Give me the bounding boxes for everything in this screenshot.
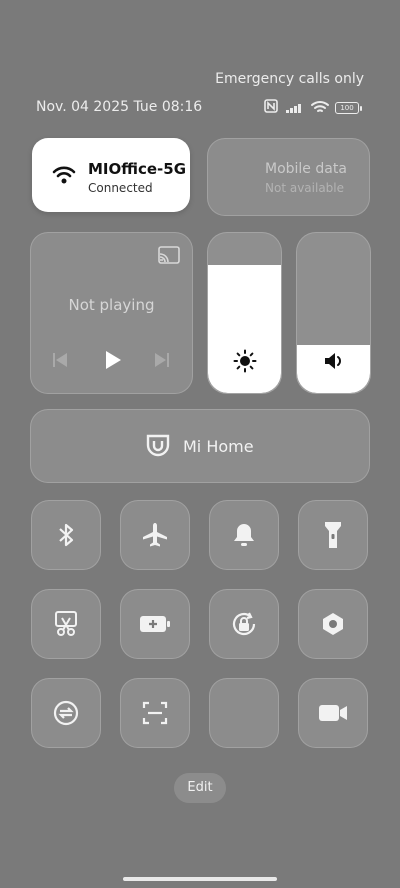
flashlight-toggle[interactable]	[298, 500, 368, 570]
bluetooth-toggle[interactable]	[31, 500, 101, 570]
video-toggle[interactable]	[298, 678, 368, 748]
wifi-state: Connected	[88, 181, 153, 195]
edit-button[interactable]: Edit	[174, 773, 226, 803]
speaker-icon	[322, 349, 346, 377]
emergency-calls-text: Emergency calls only	[215, 71, 364, 87]
bell-icon	[234, 524, 254, 546]
battery-saver-toggle[interactable]	[120, 589, 190, 659]
sync-toggle[interactable]	[31, 678, 101, 748]
mi-home-label: Mi Home	[183, 437, 254, 456]
sync-icon	[53, 700, 79, 726]
battery-saver-icon	[140, 616, 170, 632]
hexagon-icon	[323, 613, 343, 635]
mobile-data-state: Not available	[265, 181, 345, 195]
battery-level: 100	[335, 102, 359, 114]
brightness-icon	[233, 349, 257, 377]
scanner-toggle[interactable]	[120, 678, 190, 748]
nfc-icon	[263, 98, 279, 118]
screenshot-toggle[interactable]	[31, 589, 101, 659]
previous-icon[interactable]	[52, 352, 68, 372]
media-state: Not playing	[68, 296, 155, 314]
airplane-icon	[143, 523, 167, 547]
video-camera-icon	[319, 705, 347, 721]
scissors-icon	[55, 611, 77, 636]
empty-tile[interactable]	[209, 678, 279, 748]
wifi-status-icon	[311, 99, 329, 118]
home-indicator[interactable]	[123, 877, 277, 881]
mobile-data-title: Mobile data	[265, 161, 347, 177]
wifi-icon	[52, 164, 76, 190]
date-time: Nov. 04 2025 Tue 08:16	[36, 99, 203, 115]
mobile-data-tile[interactable]	[207, 138, 370, 216]
settings-toggle[interactable]	[298, 589, 368, 659]
wifi-name: MIOffice-5G	[88, 160, 187, 178]
bluetooth-icon	[59, 523, 74, 547]
mi-home-icon	[145, 433, 171, 463]
signal-icon	[285, 99, 305, 118]
airplane-mode-toggle[interactable]	[120, 500, 190, 570]
scan-icon	[142, 701, 168, 725]
play-icon[interactable]	[104, 350, 122, 374]
flashlight-icon	[325, 522, 341, 548]
battery-icon: 100	[335, 102, 362, 114]
rotation-lock-toggle[interactable]	[209, 589, 279, 659]
sound-toggle[interactable]	[209, 500, 279, 570]
cast-icon[interactable]	[158, 246, 180, 268]
rotation-lock-icon	[232, 612, 256, 636]
next-icon[interactable]	[154, 352, 170, 372]
status-icons: 100	[263, 98, 362, 118]
